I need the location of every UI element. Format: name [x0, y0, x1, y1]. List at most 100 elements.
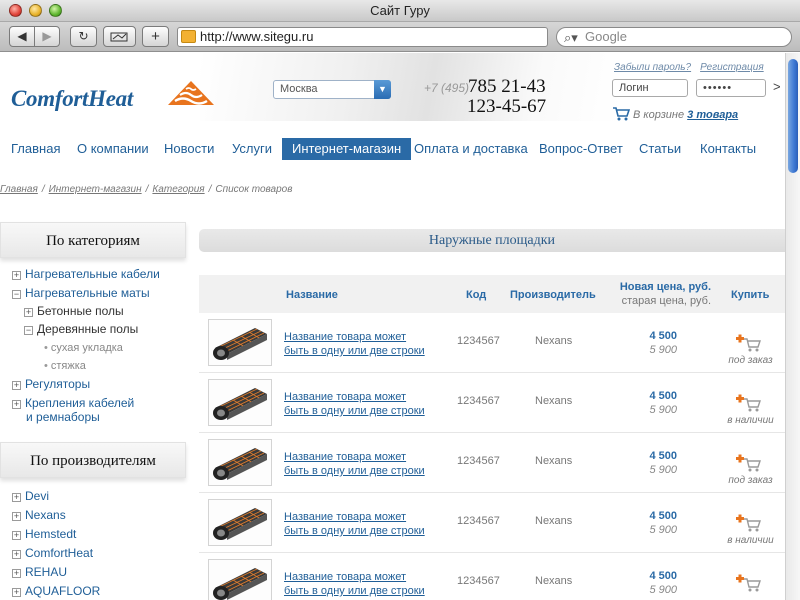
manufacturer-devi[interactable]: + Devi [12, 489, 49, 503]
nav-item-news[interactable]: Новости [164, 138, 214, 160]
product-image[interactable] [208, 439, 272, 486]
expand-icon[interactable]: + [12, 493, 21, 502]
product-new-price: 4 500 [649, 510, 677, 522]
expand-icon[interactable]: + [12, 531, 21, 540]
close-window-button[interactable] [9, 4, 22, 17]
add-bookmark-button[interactable]: + [142, 26, 169, 47]
category-label: Нагревательные кабели [25, 267, 160, 281]
nav-item-about[interactable]: О компании [77, 138, 149, 160]
expand-icon[interactable]: + [12, 271, 21, 280]
category-screed[interactable]: • стяжка [44, 359, 86, 373]
manufacturer-nexans[interactable]: + Nexans [12, 508, 66, 522]
category-regulators[interactable]: + Регуляторы [12, 377, 90, 391]
product-code: 1234567 [457, 575, 500, 587]
product-name-link[interactable]: Название товара может быть в одну или дв… [284, 390, 434, 418]
category-label: Бетонные полы [37, 304, 124, 318]
categories-heading: По категориям [0, 222, 186, 258]
nav-item-articles[interactable]: Статьи [639, 138, 681, 160]
nav-item-services[interactable]: Услуги [232, 138, 272, 160]
product-name-link[interactable]: Название товара может быть в одну или дв… [284, 570, 434, 598]
manufacturer-label: AQUAFLOOR [25, 584, 101, 598]
product-image[interactable] [208, 559, 272, 600]
product-image[interactable] [208, 379, 272, 426]
expand-icon[interactable]: + [12, 512, 21, 521]
manufacturers-heading: По производителям [0, 442, 186, 478]
product-name-line2: быть в одну или две строки [284, 465, 425, 477]
product-name-line1: Название товара может [284, 511, 407, 523]
product-name-link[interactable]: Название товара может быть в одну или дв… [284, 330, 434, 358]
add-to-cart-icon[interactable] [735, 573, 763, 593]
cart-count-link[interactable]: 3 товара [687, 109, 738, 121]
product-maker: Nexans [535, 395, 573, 407]
product-code: 1234567 [457, 515, 500, 527]
add-to-cart-icon[interactable] [735, 513, 763, 533]
manufacturer-hemstedt[interactable]: + Hemstedt [12, 527, 76, 541]
login-field[interactable]: Логин [612, 79, 688, 97]
login-submit-button[interactable]: > [773, 79, 781, 94]
product-name-line1: Название товара может [284, 451, 407, 463]
expand-icon[interactable]: + [12, 569, 21, 578]
category-cable-fasteners[interactable]: + Крепления кабелей [12, 396, 134, 410]
product-name-line1: Название товара может [284, 391, 407, 403]
breadcrumb-category[interactable]: Категория [152, 184, 204, 195]
city-select[interactable]: Москва ▼ [273, 80, 391, 99]
chevron-down-icon[interactable]: ▼ [374, 80, 391, 99]
breadcrumb-shop[interactable]: Интернет-магазин [49, 184, 142, 195]
manufacturer-rehau[interactable]: + REHAU [12, 565, 67, 579]
category-concrete-floors[interactable]: + Бетонные полы [24, 304, 124, 318]
table-row: Название товара может быть в одну или дв… [199, 433, 785, 493]
cart-icon [613, 107, 630, 121]
product-name-link[interactable]: Название товара может быть в одну или дв… [284, 510, 434, 538]
category-heating-mats[interactable]: − Нагревательные маты [12, 286, 150, 300]
register-link[interactable]: Регистрация [700, 62, 764, 73]
expand-icon[interactable]: + [12, 400, 21, 409]
page-scrollbar[interactable] [785, 53, 800, 600]
category-wooden-floors[interactable]: − Деревянные полы [24, 322, 138, 336]
nav-item-shop[interactable]: Интернет-магазин [282, 138, 412, 160]
product-image[interactable] [208, 499, 272, 546]
url-input[interactable]: http://www.sitegu.ru [177, 27, 548, 47]
manufacturer-comfortheat[interactable]: + ComfortHeat [12, 546, 93, 560]
expand-icon[interactable]: + [24, 308, 33, 317]
nav-item-home[interactable]: Главная [11, 138, 60, 160]
product-new-price: 4 500 [649, 390, 677, 402]
nav-item-contacts[interactable]: Контакты [700, 138, 756, 160]
minimize-window-button[interactable] [29, 4, 42, 17]
heating-mat-roll-icon [213, 328, 267, 360]
forgot-password-link[interactable]: Забыли пароль? [614, 62, 691, 73]
reload-button[interactable]: ↻ [70, 26, 97, 47]
breadcrumb-home[interactable]: Главная [0, 184, 38, 195]
nav-item-faq[interactable]: Вопрос-Ответ [539, 138, 623, 160]
product-name-link[interactable]: Название товара может быть в одну или дв… [284, 450, 434, 478]
cart-summary: В корзине 3 товара [633, 109, 738, 121]
zoom-window-button[interactable] [49, 4, 62, 17]
category-heating-cables[interactable]: + Нагревательные кабели [12, 267, 160, 281]
expand-icon[interactable]: + [12, 588, 21, 597]
browser-search-placeholder: Google [585, 29, 627, 44]
collapse-icon[interactable]: − [12, 290, 21, 299]
breadcrumb: Главная / Интернет-магазин / Категория / Списо… [0, 184, 293, 195]
product-maker: Nexans [535, 335, 573, 347]
expand-icon[interactable]: + [12, 550, 21, 559]
column-name: Название [286, 289, 338, 301]
web-page: ComfortHeat Москва ▼ +7 (495) 785 21-43 … [0, 53, 785, 600]
forward-button[interactable]: ▶ [34, 26, 60, 47]
add-to-cart-icon[interactable] [735, 393, 763, 413]
add-to-cart-icon[interactable] [735, 453, 763, 473]
back-button[interactable]: ◀ [9, 26, 35, 47]
availability-status: под заказ [728, 355, 773, 366]
scrollbar-thumb[interactable] [788, 59, 798, 173]
site-logo-text[interactable]: ComfortHeat [11, 86, 133, 112]
snapback-button[interactable] [103, 26, 136, 47]
collapse-icon[interactable]: − [24, 326, 33, 335]
product-image[interactable] [208, 319, 272, 366]
category-dry-laying[interactable]: • сухая укладка [44, 341, 123, 355]
expand-icon[interactable]: + [12, 381, 21, 390]
nav-item-payment-delivery[interactable]: Оплата и доставка [414, 138, 528, 160]
password-field[interactable]: •••••• [696, 79, 766, 97]
category-cable-fasteners-line2[interactable]: и ремнаборы [26, 410, 100, 424]
browser-search-input[interactable]: ⌕▾ Google [556, 27, 792, 47]
add-to-cart-icon[interactable] [735, 333, 763, 353]
manufacturer-label: ComfortHeat [25, 546, 94, 560]
manufacturer-aquafloor[interactable]: + AQUAFLOOR [12, 584, 100, 598]
